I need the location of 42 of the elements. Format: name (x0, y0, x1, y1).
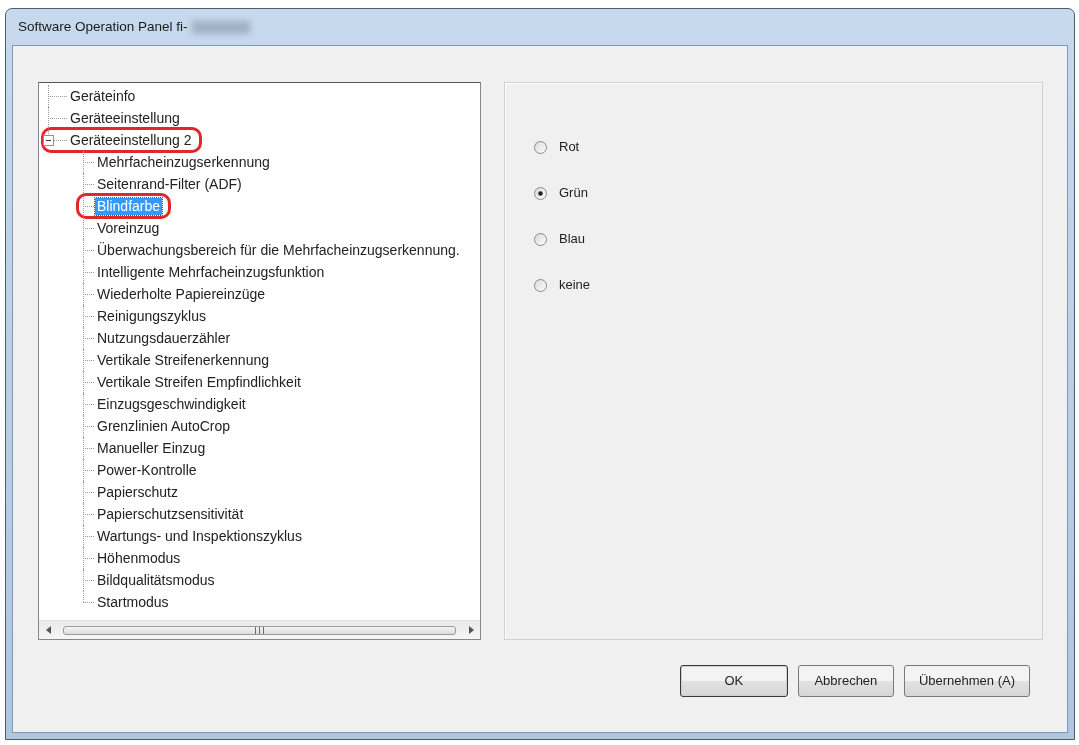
right-triangle-icon (468, 626, 474, 634)
left-triangle-icon (45, 626, 51, 634)
tree-item[interactable]: Power-Kontrolle (95, 461, 199, 479)
tree-item[interactable]: Mehrfacheinzugserkennung (95, 153, 272, 171)
tree-item[interactable]: Geräteinfo (68, 87, 138, 105)
tree-item[interactable]: Startmodus (95, 593, 171, 611)
radio-button[interactable] (534, 278, 547, 292)
radio-button[interactable] (534, 186, 547, 200)
dialog-button[interactable]: Abbrechen (797, 665, 894, 697)
tree-item[interactable]: Voreinzug (95, 219, 162, 237)
tree-item[interactable]: Papierschutzsensitivität (95, 505, 246, 523)
dialog-button[interactable]: OK (679, 665, 788, 697)
collapse-icon[interactable] (43, 135, 54, 146)
tree-item[interactable]: Seitenrand-Filter (ADF) (95, 175, 244, 193)
horizontal-scrollbar[interactable] (39, 620, 480, 639)
scrollbar-thumb[interactable] (63, 625, 456, 635)
tree-item[interactable]: Vertikale Streifenerkennung (95, 351, 271, 369)
tree-item[interactable]: Wartungs- und Inspektionszyklus (95, 527, 304, 545)
radio-label[interactable]: keine (559, 275, 591, 295)
tree-item[interactable]: Papierschutz (95, 483, 180, 501)
blurred-region (191, 20, 250, 34)
tree-item[interactable]: Geräteeinstellung 2 (68, 131, 194, 149)
tree-item[interactable]: Manueller Einzug (95, 439, 208, 457)
tree-item[interactable]: Wiederholte Papiereinzüge (95, 285, 268, 303)
tree-item[interactable]: Bildqualitätsmodus (95, 571, 217, 589)
radio-label[interactable]: Rot (559, 137, 580, 157)
radio-label[interactable]: Blau (559, 229, 586, 249)
tree-item[interactable]: Geräteeinstellung (68, 109, 182, 127)
window-title: Software Operation Panel fi- (18, 17, 188, 36)
tree-item[interactable]: Intelligente Mehrfacheinzugsfunktion (95, 263, 327, 281)
tree-item[interactable]: Vertikale Streifen Empfindlichkeit (95, 373, 303, 391)
radio-button[interactable] (534, 140, 547, 154)
tree-item[interactable]: Reinigungszyklus (95, 307, 208, 325)
dialog-button[interactable]: Übernehmen (A) (903, 665, 1030, 697)
radio-button[interactable] (534, 232, 547, 246)
tree-item[interactable]: Höhenmodus (95, 549, 183, 567)
radio-label[interactable]: Grün (559, 183, 588, 203)
tree-item[interactable]: Überwachungsbereich für die Mehrfacheinzugserkennung. (95, 241, 462, 259)
grip-icon (255, 626, 264, 634)
tree-item[interactable]: Nutzungsdauerzähler (95, 329, 233, 347)
tree-item[interactable]: Einzugsgeschwindigkeit (95, 395, 248, 413)
tree-item[interactable]: Grenzlinien AutoCrop (95, 417, 233, 435)
